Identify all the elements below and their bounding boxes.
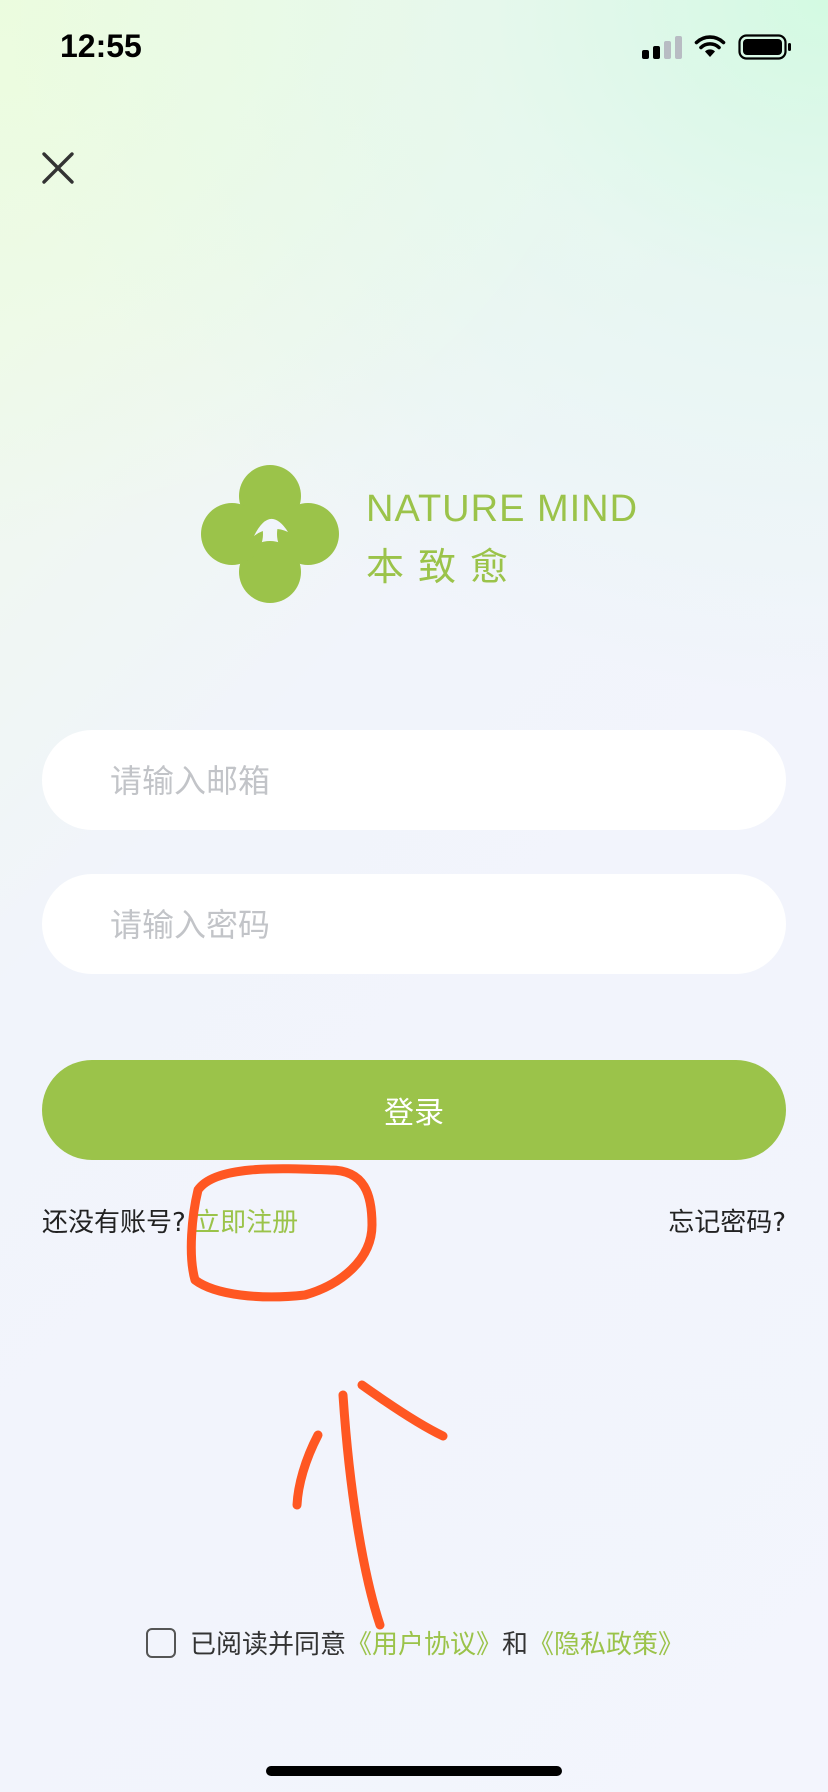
- agreement-and: 和: [502, 1630, 529, 1660]
- login-button[interactable]: 登录: [42, 1060, 786, 1160]
- brand-name-chinese: 本致愈: [366, 545, 523, 589]
- brand-name-english: NATURE MIND: [366, 488, 639, 530]
- privacy-policy-link[interactable]: 《隐私政策》: [528, 1624, 684, 1661]
- no-account-text: 还没有账号?: [42, 1208, 186, 1238]
- agreement-prefix: 已阅读并同意: [190, 1630, 347, 1660]
- password-field[interactable]: [42, 874, 786, 976]
- status-time: 12:55: [60, 28, 142, 64]
- email-field[interactable]: [42, 730, 786, 832]
- annotation-arrow-head-left: [292, 1430, 323, 1510]
- home-indicator: [266, 1766, 562, 1776]
- agreement-checkbox[interactable]: [146, 1627, 176, 1658]
- clover-logo-icon: [201, 465, 339, 603]
- agreement-row: 已阅读并同意 《用户协议》 和 《隐私政策》: [146, 1624, 684, 1661]
- status-icons: [642, 34, 792, 60]
- register-link[interactable]: 立即注册: [194, 1208, 298, 1238]
- email-input[interactable]: [108, 730, 752, 832]
- register-row: 还没有账号? 立即注册: [42, 1202, 298, 1239]
- wifi-icon: [694, 35, 726, 59]
- forgot-password-link[interactable]: 忘记密码?: [668, 1202, 786, 1239]
- user-agreement-link[interactable]: 《用户协议》: [346, 1624, 502, 1661]
- cellular-signal-icon: [642, 35, 682, 59]
- password-input[interactable]: [108, 874, 752, 976]
- app-logo: NATURE MIND 本致愈: [200, 464, 650, 604]
- annotation-arrow-shaft: [338, 1390, 385, 1630]
- close-button[interactable]: [38, 148, 78, 188]
- battery-icon: [738, 34, 792, 60]
- close-icon: [42, 152, 74, 184]
- annotation-arrow-head-right: [357, 1380, 448, 1441]
